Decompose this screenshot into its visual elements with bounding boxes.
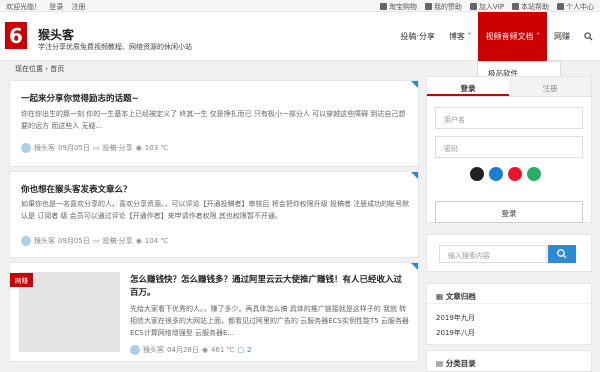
post-title[interactable]: 一起来分享你觉得励志的话题~: [21, 92, 139, 104]
post-views: 461 ℃: [210, 346, 235, 354]
login-link[interactable]: 登录: [49, 3, 63, 11]
post-meta: 猴头客 09月05日 ▭ 投稿·分享 ◉ 103 ℃: [21, 143, 168, 153]
post-meta: 猴头客 04月28日 ◉ 461 ℃ ▢ 2: [130, 345, 251, 355]
post-excerpt: 你在你出生的那一刻 你的一生基本上已经被定义了 终其一生 仅是挣扎而已 只有极小…: [21, 110, 406, 130]
post-card: 你也想在猴头客发表文章么？ 如果你也是一名喜欢分享的人。喜欢分享资源。，可以评论…: [9, 171, 419, 258]
post-date: 09月05日: [58, 237, 90, 245]
post-author[interactable]: 猴头客: [34, 143, 55, 153]
login-button[interactable]: 登录: [435, 201, 583, 223]
avatar[interactable]: [21, 143, 31, 153]
svg-text:6: 6: [9, 24, 23, 48]
archive-widget: ▦ 文章归档 2019年九月 2019年八月: [426, 283, 592, 345]
login-widget: 登录 注册 用户名 密码 登录: [426, 76, 592, 223]
post-card: 网赚 怎么赚钱快？怎么赚钱多？通过阿里云云大使推广赚钱！有人已经收入过百万。 先…: [9, 262, 419, 362]
username-field[interactable]: 用户名: [435, 107, 583, 129]
tab-login[interactable]: 登录: [427, 77, 509, 96]
chevron-up-icon: ˄: [536, 32, 540, 41]
user-icon: [557, 3, 564, 10]
weibo-icon[interactable]: [508, 167, 522, 181]
corner-marker-icon: [411, 263, 418, 270]
post-excerpt: 如果你也是一名喜欢分享的人。喜欢分享资源。，可以评论【开通投稿者】审核后 将会把…: [21, 200, 410, 220]
search-widget: 输入搜索内容: [426, 234, 592, 272]
chevron-down-icon: ˅: [467, 32, 472, 41]
help-icon: [512, 3, 519, 10]
vip-link[interactable]: 加入VIP: [469, 2, 504, 12]
top-bar: 欢迎光临！ 登录 注册 淘宝购物 我的赞助 加入VIP 本站帮助 个人中心: [0, 0, 600, 12]
avatar[interactable]: [130, 345, 140, 355]
vip-icon: [469, 3, 477, 10]
search-button[interactable]: [548, 245, 576, 263]
welcome-text: 欢迎光临！: [6, 2, 41, 11]
gift-icon: [424, 3, 432, 10]
post-comments[interactable]: 2: [247, 346, 251, 354]
taobao-link[interactable]: 淘宝购物: [379, 2, 417, 12]
site-description: 学注分享优质免费视频教程、网络资源的休闲小站: [38, 43, 192, 51]
post-category[interactable]: 投稿·分享: [102, 143, 132, 153]
nav-item-earn[interactable]: 网赚: [547, 12, 577, 61]
breadcrumb: 现在位置 › 首页: [15, 65, 65, 73]
post-views: 104 ℃: [144, 237, 169, 245]
folder-icon: ▭: [92, 237, 100, 245]
eye-icon: ◉: [135, 237, 142, 245]
archive-link[interactable]: 2019年九月: [436, 311, 591, 326]
post-category[interactable]: 投稿·分享: [102, 236, 132, 246]
post-date: 09月05日: [58, 144, 90, 152]
search-icon: [557, 249, 567, 259]
post-date: 04月28日: [167, 346, 199, 354]
calendar-icon: ▦: [436, 292, 444, 301]
wechat-icon[interactable]: [527, 167, 541, 181]
nav-item-media[interactable]: 视频音频文档 ˄: [478, 12, 547, 61]
password-field[interactable]: 密码: [435, 136, 583, 158]
post-card: 一起来分享你觉得励志的话题~ 你在你出生的那一刻 你的一生基本上已经被定义了 终…: [9, 80, 419, 167]
user-center-link[interactable]: 个人中心: [557, 2, 594, 12]
post-excerpt: 先给大家看下优秀的人。，赚了多少。再具体怎么搞 具体的推广链接就是这样子的 我就…: [130, 305, 409, 337]
site-header: 6 猴头客 学注分享优质免费视频教程、网络资源的休闲小站 投稿·分享 博客 ˅ …: [0, 12, 600, 61]
corner-marker-icon: [411, 172, 418, 179]
register-link[interactable]: 注册: [71, 3, 85, 11]
help-link[interactable]: 本站帮助: [512, 2, 549, 12]
search-input[interactable]: 输入搜索内容: [439, 245, 547, 263]
tab-register[interactable]: 注册: [509, 77, 591, 96]
nav-item-blog[interactable]: 博客 ˅: [442, 12, 479, 61]
main-nav: 投稿·分享 博客 ˅ 视频音频文档 ˄ 网赚: [393, 12, 600, 61]
category-title: 分类目录: [445, 359, 476, 368]
eye-icon: ◉: [201, 346, 208, 354]
post-title[interactable]: 怎么赚钱快？怎么赚钱多？通过阿里云云大使推广赚钱！有人已经收入过百万。: [130, 274, 410, 300]
post-author[interactable]: 猴头客: [143, 345, 164, 355]
search-icon[interactable]: [577, 12, 600, 61]
cart-icon: [379, 3, 387, 10]
post-author[interactable]: 猴头客: [34, 236, 55, 246]
post-thumbnail[interactable]: [19, 272, 120, 352]
site-name[interactable]: 猴头客: [38, 26, 74, 43]
nav-item-submit[interactable]: 投稿·分享: [393, 12, 442, 61]
donate-link[interactable]: 我的赞助: [424, 2, 462, 12]
category-badge[interactable]: 网赚: [10, 273, 33, 287]
folder-icon: ▭: [92, 144, 100, 152]
qq-icon[interactable]: [489, 167, 503, 181]
site-logo[interactable]: 6: [5, 22, 27, 49]
post-title[interactable]: 你也想在猴头客发表文章么？: [21, 183, 132, 195]
avatar[interactable]: [21, 236, 31, 246]
category-widget: ▤ 分类目录: [426, 350, 592, 372]
eye-icon: ◉: [135, 144, 142, 152]
comment-icon: ▢: [237, 346, 245, 354]
archive-link[interactable]: 2019年八月: [436, 326, 591, 341]
post-meta: 猴头客 09月05日 ▭ 投稿·分享 ◉ 104 ℃: [21, 236, 168, 246]
post-views: 103 ℃: [144, 144, 169, 152]
corner-marker-icon: [411, 81, 418, 88]
archive-title: 文章归档: [445, 292, 476, 301]
wordpress-icon[interactable]: [470, 167, 484, 181]
list-icon: ▤: [436, 359, 444, 368]
